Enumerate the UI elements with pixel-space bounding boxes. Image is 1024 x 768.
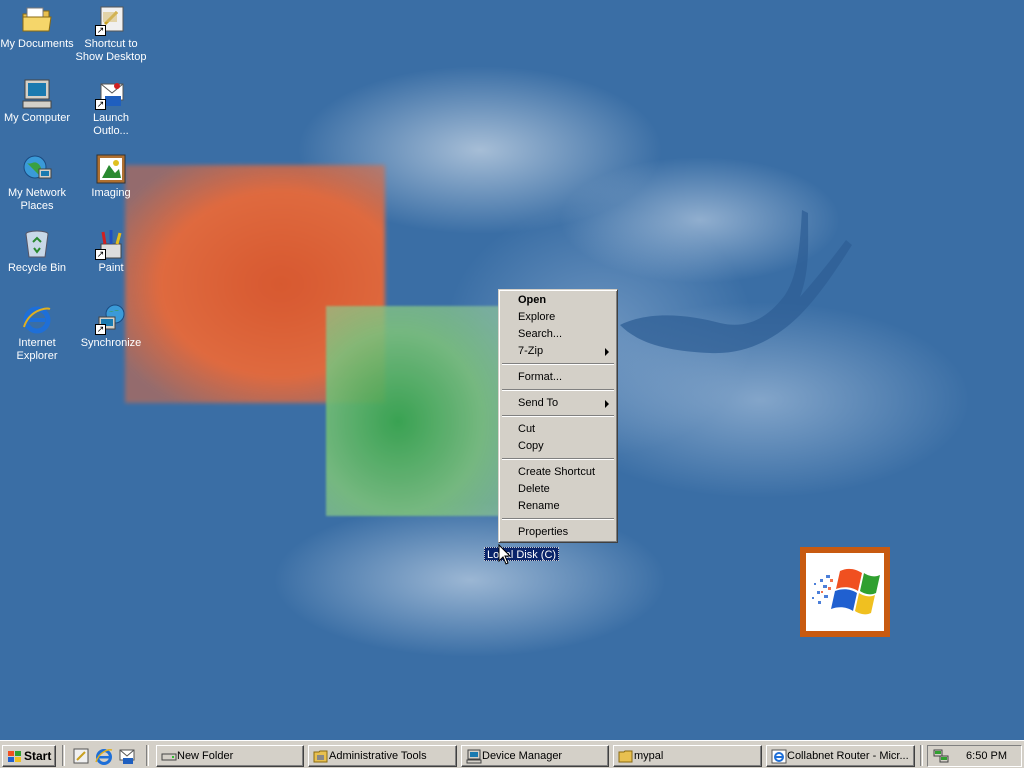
start-label: Start (24, 749, 52, 763)
outlook-icon[interactable] (117, 746, 137, 766)
synchronize-icon: ↗ (95, 303, 127, 335)
menu-item-rename[interactable]: Rename (501, 498, 615, 515)
menu-item-format[interactable]: Format... (501, 369, 615, 386)
icon-label: My Computer (3, 112, 71, 124)
menu-item-cut[interactable]: Cut (501, 421, 615, 438)
menu-item-7zip[interactable]: 7-Zip (501, 343, 615, 360)
mouse-cursor-icon (498, 544, 512, 565)
wallpaper-green-square (326, 306, 506, 516)
show-desktop-icon: ↗ (95, 4, 127, 36)
menu-item-delete[interactable]: Delete (501, 481, 615, 498)
icon-label: My Network Places (7, 187, 67, 212)
menu-item-send-to[interactable]: Send To (501, 395, 615, 412)
menu-item-properties[interactable]: Properties (501, 524, 615, 541)
desktop-icon-show-desktop[interactable]: ↗ Shortcut to Show Desktop (74, 4, 148, 64)
drive-icon (161, 753, 177, 761)
desktop-icon-my-computer[interactable]: My Computer (0, 78, 74, 125)
menu-item-search[interactable]: Search... (501, 326, 615, 343)
task-button-device-manager[interactable]: Device Manager (461, 745, 609, 767)
start-button[interactable]: Start (2, 745, 56, 767)
network-tray-icon[interactable] (933, 748, 949, 764)
menu-item-copy[interactable]: Copy (501, 438, 615, 455)
taskbar-grip[interactable] (62, 745, 65, 766)
shortcut-arrow-icon: ↗ (95, 25, 106, 36)
windows-flag-icon (8, 751, 21, 762)
outlook-icon: ↗ (95, 78, 127, 110)
menu-item-open[interactable]: Open (501, 292, 615, 309)
context-menu: Open Explore Search... 7-Zip Format... S… (498, 289, 618, 543)
desktop-icon-imaging[interactable]: Imaging (74, 153, 148, 200)
icon-label: Recycle Bin (7, 262, 67, 274)
my-documents-icon (21, 4, 53, 36)
task-button-new-folder[interactable]: New Folder (156, 745, 304, 767)
taskbar-grip[interactable] (146, 745, 149, 766)
taskbar: Start New Folder Administrative Tools De… (0, 740, 1024, 768)
menu-item-label: 7-Zip (518, 345, 544, 357)
local-disk-label-selected[interactable]: Local Disk (C) (484, 547, 560, 561)
task-button-collabnet-router[interactable]: Collabnet Router - Micr... (766, 745, 915, 767)
taskbar-grip[interactable] (920, 745, 923, 766)
menu-item-label: Send To (518, 397, 559, 409)
desktop[interactable]: My Documents ↗ Shortcut to Show Desktop … (0, 0, 1024, 740)
icon-label: Imaging (91, 187, 131, 199)
task-label: Administrative Tools (329, 750, 427, 762)
device-manager-icon (466, 749, 482, 764)
menu-separator (501, 386, 615, 395)
icon-label: Launch Outlo... (92, 112, 130, 137)
task-button-administrative-tools[interactable]: Administrative Tools (308, 745, 457, 767)
icon-label: Shortcut to Show Desktop (75, 38, 147, 63)
menu-separator (501, 412, 615, 421)
internet-explorer-icon[interactable] (94, 746, 114, 766)
desktop-icon-synchronize[interactable]: ↗ Synchronize (74, 303, 148, 350)
desktop-icon-launch-outlook[interactable]: ↗ Launch Outlo... (74, 78, 148, 138)
desktop-icon-my-documents[interactable]: My Documents (0, 4, 74, 51)
menu-item-create-shortcut[interactable]: Create Shortcut (501, 464, 615, 481)
desktop-icon-network-places[interactable]: My Network Places (0, 153, 74, 213)
shortcut-arrow-icon: ↗ (95, 324, 106, 335)
icon-label: Internet Explorer (16, 337, 58, 362)
desktop-icon-paint[interactable]: ↗ Paint (74, 228, 148, 275)
task-button-mypal[interactable]: mypal (613, 745, 762, 767)
icon-label: Synchronize (80, 337, 142, 349)
task-label: mypal (634, 750, 664, 762)
show-desktop-icon[interactable] (71, 746, 91, 766)
folder-tools-icon (313, 750, 328, 763)
windows-flag-icon (812, 568, 880, 615)
menu-item-explore[interactable]: Explore (501, 309, 615, 326)
icon-label: Paint (98, 262, 124, 274)
submenu-arrow-icon (605, 400, 609, 408)
imaging-icon (95, 153, 127, 185)
recycle-bin-icon (21, 228, 53, 260)
internet-explorer-icon (771, 749, 787, 764)
task-label: Device Manager (482, 750, 563, 762)
paint-icon: ↗ (95, 228, 127, 260)
icon-label: My Documents (0, 38, 74, 50)
clock[interactable]: 6:50 PM (966, 749, 1007, 763)
menu-separator (501, 515, 615, 524)
desktop-icon-recycle-bin[interactable]: Recycle Bin (0, 228, 74, 275)
submenu-arrow-icon (605, 348, 609, 356)
shortcut-arrow-icon: ↗ (95, 99, 106, 110)
task-label: Collabnet Router - Micr... (787, 750, 909, 762)
internet-explorer-icon (21, 303, 53, 335)
folder-icon (618, 750, 633, 763)
system-tray: 6:50 PM (927, 745, 1022, 767)
network-places-icon (21, 153, 53, 185)
my-computer-icon (21, 78, 53, 110)
menu-separator (501, 455, 615, 464)
desktop-icon-internet-explorer[interactable]: Internet Explorer (0, 303, 74, 363)
windows-logo-tile (800, 547, 890, 637)
wallpaper-diver-silhouette (620, 210, 852, 354)
task-label: New Folder (177, 750, 234, 762)
shortcut-arrow-icon: ↗ (95, 249, 106, 260)
menu-separator (501, 360, 615, 369)
